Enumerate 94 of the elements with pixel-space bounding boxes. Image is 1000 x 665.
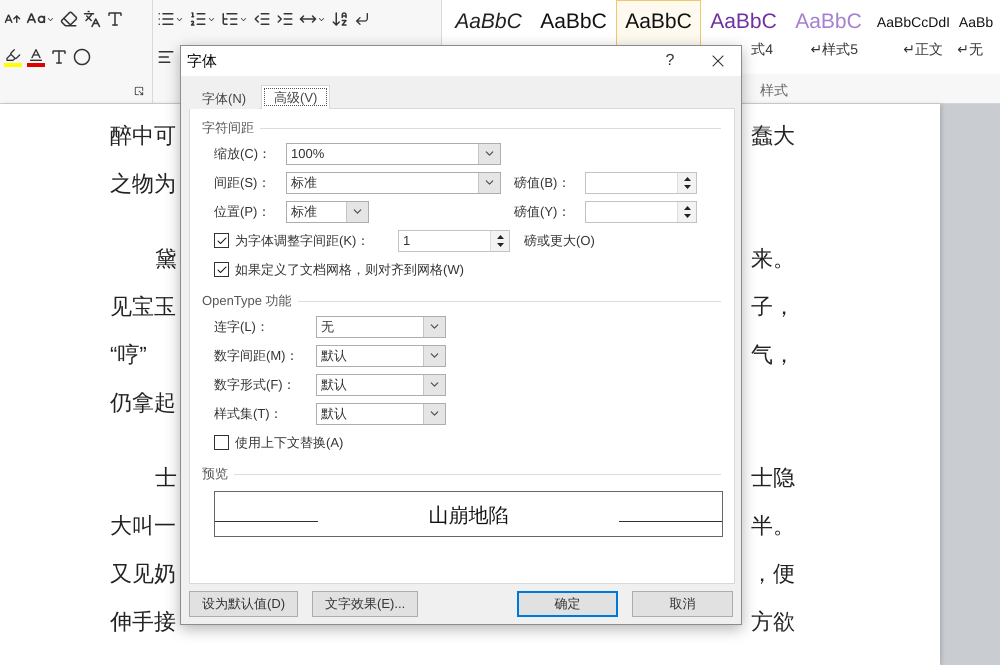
cancel-button[interactable]: 取消 (632, 591, 733, 617)
field-label: 数字形式(F)： (214, 376, 297, 394)
style-preset[interactable]: AaBbCcDdI ↵正文 (871, 0, 956, 74)
chevron-down-icon (423, 404, 445, 424)
document-text: 气， (751, 341, 795, 369)
multilevel-list-icon[interactable] (221, 10, 248, 28)
dialog-launcher-icon[interactable] (134, 86, 144, 96)
section-title: OpenType 功能 (202, 292, 292, 310)
dropdown[interactable]: 默认 (316, 402, 446, 424)
document-text: 仍拿起 (110, 389, 176, 417)
section-title: 字符间距 (202, 119, 254, 137)
chevron-down-icon (478, 144, 500, 164)
field-label: 磅值(B)： (514, 174, 572, 192)
document-text: 见宝玉 (110, 293, 176, 321)
document-text: 士 (154, 464, 177, 492)
style-preset[interactable]: AaBb ↵无 (956, 0, 996, 74)
dropdown[interactable]: 默认 (316, 344, 446, 366)
dialog-button[interactable]: 设为默认值(D) (189, 591, 298, 617)
style-name: ↵样式5 (810, 41, 859, 59)
chevron-down-icon (346, 202, 368, 222)
field-label: 间距(S)： (214, 174, 272, 192)
dropdown[interactable]: 100% (286, 142, 501, 164)
document-text: 醉中可 (110, 122, 176, 150)
field-label: 连字(L)： (214, 318, 270, 336)
decrease-indent-icon[interactable] (253, 10, 271, 28)
checkbox-label: 如果定义了文档网格，则对齐到网格(W) (235, 260, 465, 278)
style-sample: AaBbC (710, 9, 777, 35)
spin-arrows-icon[interactable] (682, 176, 692, 190)
document-text: 又见奶 (110, 560, 176, 588)
document-text: 大叫一 (110, 512, 176, 540)
chevron-down-icon (423, 346, 445, 366)
chevron-down-icon (423, 316, 445, 336)
field-label: 位置(P)： (214, 202, 272, 220)
ok-button[interactable]: 确定 (517, 591, 618, 617)
spinner-field[interactable] (585, 172, 697, 194)
sort-icon[interactable] (331, 10, 349, 28)
spinner-field[interactable] (585, 200, 697, 222)
dropdown[interactable]: 默认 (316, 374, 446, 396)
align-left-icon[interactable] (157, 48, 175, 66)
dropdown[interactable]: 无 (316, 316, 446, 338)
style-preset[interactable]: AaBbC ↵样式5 (786, 0, 871, 74)
document-text: 来。 (751, 245, 795, 273)
document-text: 半。 (751, 512, 795, 540)
checkbox[interactable] (214, 435, 229, 450)
checkbox[interactable] (214, 262, 229, 277)
field-label: 磅值(Y)： (514, 202, 572, 220)
spin-arrows-icon[interactable] (682, 204, 692, 218)
document-text: 蠢大 (751, 122, 795, 150)
chevron-down-icon (478, 172, 500, 192)
checkmark-icon (216, 264, 228, 276)
preview-text: 山崩地陷 (428, 504, 510, 528)
style-sample: AaBbC (625, 9, 692, 35)
document-text: 黛 (154, 245, 177, 273)
document-text: ，便 (751, 560, 795, 588)
dropdown[interactable]: 标准 (286, 172, 501, 194)
show-marks-icon[interactable] (354, 11, 370, 27)
style-sample: AaBbC (455, 9, 522, 35)
spin-arrows-icon[interactable] (496, 234, 504, 248)
style-name: 式4 (751, 41, 774, 59)
style-name: ↵正文 (903, 41, 944, 59)
numbering-icon[interactable] (189, 10, 216, 28)
style-sample: AaBbC (795, 9, 862, 35)
document-text: “哼” (110, 341, 147, 369)
field-label: 数字间距(M)： (214, 346, 300, 364)
chevron-down-icon (423, 374, 445, 394)
document-text: 伸手接 (110, 608, 176, 636)
dialog-button[interactable]: 文字效果(E)... (312, 591, 418, 617)
checkbox-label: 为字体调整字间距(K)： (235, 232, 370, 250)
field-label: 样式集(T)： (214, 404, 284, 422)
document-text: 之物为 (110, 170, 176, 198)
increase-indent-icon[interactable] (276, 10, 294, 28)
style-name: ↵无 (957, 41, 984, 59)
field-label: 磅或更大(O) (524, 232, 595, 250)
dialog-title: 字体 (187, 52, 217, 70)
group-label: 样式 (759, 82, 788, 100)
style-sample: AaBbCcDdI (876, 13, 950, 32)
checkbox[interactable] (214, 233, 229, 248)
field-label: 缩放(C)： (214, 144, 272, 162)
document-text: 方欲 (751, 608, 795, 636)
document-text: 子， (751, 293, 795, 321)
spinner-field[interactable]: 1 (398, 230, 510, 252)
help-button[interactable]: ? (655, 47, 685, 75)
checkbox-label: 使用上下文替换(A) (235, 434, 344, 452)
document-text: 士隐 (751, 464, 795, 492)
eraser-icon[interactable] (60, 10, 78, 28)
bullets-icon[interactable] (157, 10, 184, 28)
section-title: 预览 (202, 465, 228, 483)
highlighter-icon[interactable] (4, 47, 22, 67)
dropdown[interactable]: 标准 (286, 200, 369, 222)
style-sample: AaBbC (540, 9, 607, 35)
style-sample: AaBb (958, 13, 994, 32)
font-color-icon[interactable] (27, 47, 45, 67)
tab[interactable]: 高级(V) (261, 85, 330, 109)
checkmark-icon (216, 234, 228, 246)
